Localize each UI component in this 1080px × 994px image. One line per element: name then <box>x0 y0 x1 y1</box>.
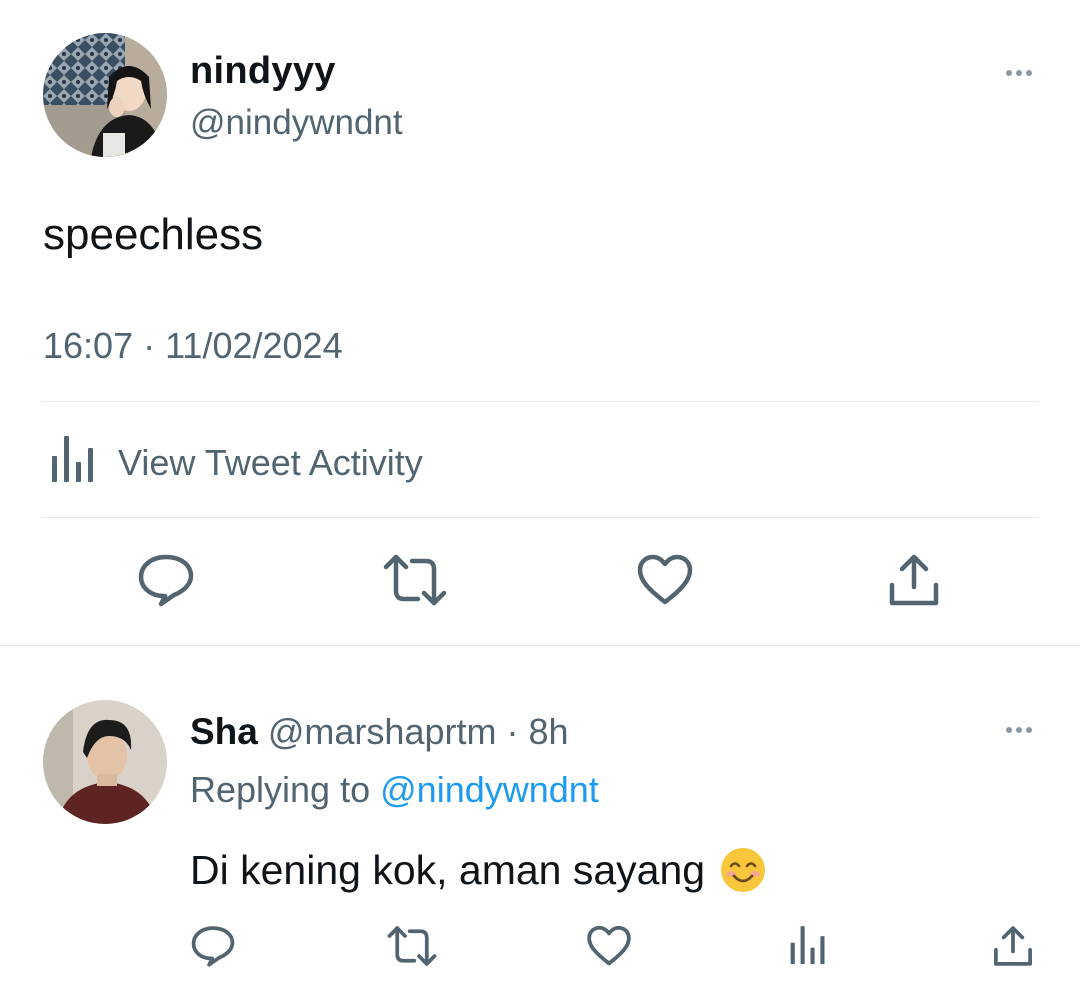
reply-text: Di kening kok, aman sayang <box>190 846 767 894</box>
replying-to-label: Replying to <box>190 769 371 810</box>
author-handle[interactable]: @nindywndnt <box>190 103 403 143</box>
author-name[interactable]: nindyyy <box>190 50 336 93</box>
like-button[interactable] <box>633 552 697 612</box>
smiling-face-emoji-icon <box>719 846 767 894</box>
share-icon <box>992 925 1034 972</box>
reply-text-content: Di kening kok, aman sayang <box>190 846 706 893</box>
retweet-icon <box>382 553 448 612</box>
retweet-icon <box>386 925 438 972</box>
replying-to: Replying to @nindywndnt <box>190 769 599 811</box>
retweet-button[interactable] <box>380 552 450 612</box>
reply-retweet-button[interactable] <box>384 924 440 972</box>
reply-more-options-icon[interactable] <box>1006 727 1032 733</box>
heart-icon <box>586 925 632 972</box>
comment-icon <box>137 553 195 612</box>
reply-author-name[interactable]: Sha <box>190 711 258 752</box>
view-tweet-activity-button[interactable]: View Tweet Activity <box>50 436 423 489</box>
tweet-text: speechless <box>43 210 264 259</box>
divider <box>41 517 1039 518</box>
reply-reply-button[interactable] <box>188 924 238 972</box>
replying-to-mention[interactable]: @nindywndnt <box>380 769 599 810</box>
divider <box>41 401 1039 402</box>
reply-author-meta[interactable]: @marshaprtm · 8h <box>268 711 569 752</box>
reply-button[interactable] <box>134 552 198 612</box>
analytics-icon <box>789 925 827 971</box>
tweet-timestamp[interactable]: 16:07 · 11/02/2024 <box>43 325 343 367</box>
analytics-icon <box>50 436 96 489</box>
share-button[interactable] <box>884 552 944 612</box>
reply-analytics-button[interactable] <box>786 924 830 972</box>
share-icon <box>887 553 941 612</box>
section-divider <box>0 645 1080 646</box>
reply-header: Sha @marshaprtm · 8h <box>190 711 569 753</box>
more-options-icon[interactable] <box>1006 70 1032 76</box>
reply-author-avatar[interactable] <box>43 700 167 824</box>
reply-like-button[interactable] <box>584 924 634 972</box>
heart-icon <box>636 554 694 611</box>
reply-share-button[interactable] <box>990 924 1036 972</box>
author-avatar[interactable] <box>43 33 167 157</box>
view-tweet-activity-label: View Tweet Activity <box>118 441 423 483</box>
comment-icon <box>190 925 236 972</box>
